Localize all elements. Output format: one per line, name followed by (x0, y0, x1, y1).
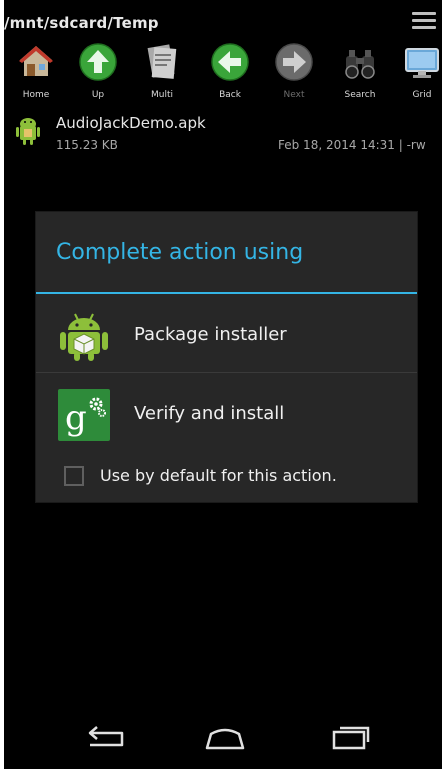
arrow-left-icon (211, 43, 249, 81)
use-by-default-row[interactable]: Use by default for this action. (36, 456, 417, 492)
search-label: Search (344, 90, 376, 100)
multi-label: Multi (151, 90, 173, 100)
grid-label: Grid (412, 90, 432, 100)
android-package-installer-icon (60, 313, 108, 361)
overflow-menu-icon[interactable] (412, 12, 436, 34)
next-label: Next (283, 90, 305, 100)
next-button[interactable]: Next (262, 40, 326, 110)
recents-icon[interactable] (328, 722, 372, 752)
house-icon (19, 46, 53, 76)
arrow-up-icon (79, 43, 117, 81)
arrow-right-icon (275, 43, 313, 81)
google-settings-icon: g (58, 389, 110, 441)
file-manager-toolbar: Home Up Multi Back Next Search Grid (4, 40, 442, 110)
multi-files-icon (147, 44, 177, 79)
use-by-default-label: Use by default for this action. (100, 466, 337, 485)
grid-monitor-icon (405, 48, 439, 78)
complete-action-dialog: Complete action using Package installer (36, 212, 417, 502)
option-separator (36, 372, 417, 373)
multi-button[interactable]: Multi (130, 40, 194, 110)
home-icon[interactable] (203, 722, 247, 752)
up-label: Up (91, 90, 105, 100)
back-icon[interactable] (82, 722, 126, 752)
file-size: 115.23 KB (56, 138, 118, 152)
verify-and-install-option[interactable]: g Verify and install (36, 375, 417, 453)
path-bar: /mnt/sdcard/Temp (4, 0, 442, 44)
android-apk-icon (16, 118, 40, 145)
up-button[interactable]: Up (66, 40, 130, 110)
use-by-default-checkbox[interactable] (64, 466, 84, 486)
android-screen: /mnt/sdcard/Temp Home Up Multi Back Next… (4, 0, 442, 769)
file-list-item[interactable]: AudioJackDemo.apk 115.23 KB Feb 18, 2014… (4, 112, 442, 158)
system-navigation-bar (4, 706, 442, 769)
binoculars-icon (345, 50, 375, 79)
file-name: AudioJackDemo.apk (56, 114, 206, 132)
file-date-permissions: Feb 18, 2014 14:31 | -rw (278, 138, 426, 152)
home-label: Home (22, 90, 50, 100)
dialog-title: Complete action using (56, 240, 304, 265)
current-path: /mnt/sdcard/Temp (4, 14, 159, 32)
back-label: Back (219, 90, 241, 100)
package-installer-option[interactable]: Package installer (36, 296, 417, 374)
dialog-title-divider (36, 292, 417, 294)
package-installer-label: Package installer (134, 324, 287, 345)
home-button[interactable]: Home (4, 40, 68, 110)
back-nav-button[interactable]: Back (198, 40, 262, 110)
grid-button[interactable]: Grid (390, 40, 442, 110)
verify-and-install-label: Verify and install (134, 403, 285, 424)
svg-text:g: g (65, 398, 87, 438)
search-button[interactable]: Search (328, 40, 392, 110)
